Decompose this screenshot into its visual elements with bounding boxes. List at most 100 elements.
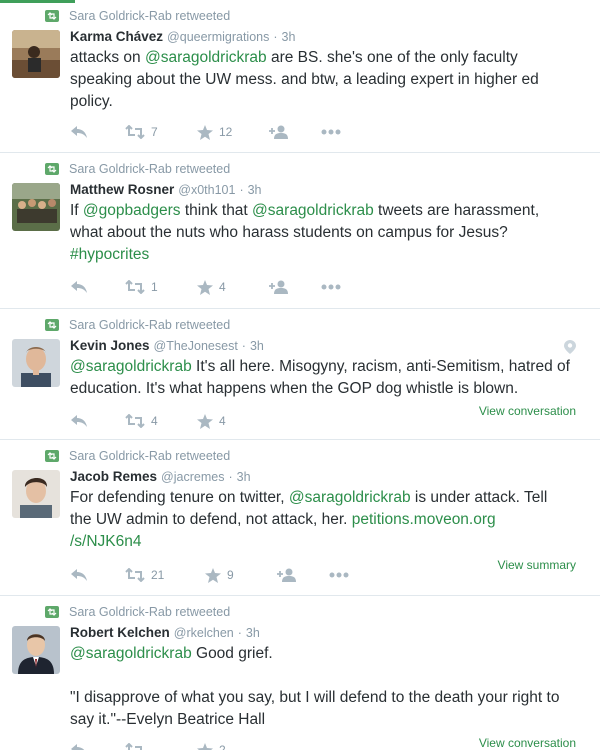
mention-link[interactable]: @saragoldrickrab (70, 358, 192, 375)
follow-button[interactable] (269, 125, 321, 139)
reply-icon (71, 744, 85, 750)
more-button[interactable] (329, 572, 349, 578)
add-user-icon (269, 280, 288, 294)
tweet-header: Jacob Remes @jacremes · 3h (70, 469, 251, 484)
mention-link[interactable]: @saragoldrickrab (289, 489, 411, 506)
like-button[interactable]: 2 (197, 742, 269, 750)
reply-button[interactable] (70, 280, 125, 294)
author-handle[interactable]: @x0th101 (178, 183, 235, 197)
tweet-text-segment: Good grief. (191, 645, 273, 662)
more-button[interactable] (321, 284, 341, 290)
retweet-button[interactable]: 21 (125, 568, 205, 582)
mention-link[interactable]: @saragoldrickrab (70, 645, 192, 662)
retweet-context-label[interactable]: Sara Goldrick-Rab retweeted (69, 449, 230, 463)
avatar[interactable] (12, 626, 60, 674)
tweet[interactable]: Sara Goldrick-Rab retweeted Robert Kelch… (0, 596, 600, 750)
tweet[interactable]: Sara Goldrick-Rab retweeted Matthew Rosn… (0, 153, 600, 309)
reply-icon (71, 281, 87, 293)
retweet-button[interactable] (125, 743, 197, 750)
separator-dot: · (228, 470, 233, 484)
mention-link[interactable]: @saragoldrickrab (145, 49, 267, 66)
tweet-text-segment: attacks on (70, 49, 145, 66)
reply-button[interactable] (70, 743, 125, 750)
timestamp[interactable]: 3h (282, 30, 296, 44)
like-count: 9 (227, 568, 234, 582)
retweet-context-icon (45, 10, 59, 22)
reply-icon (71, 569, 87, 581)
timestamp[interactable]: 3h (250, 339, 264, 353)
retweet-button[interactable]: 4 (125, 414, 197, 428)
retweet-button[interactable]: 7 (125, 125, 197, 139)
timestamp[interactable]: 3h (237, 470, 251, 484)
more-button[interactable] (321, 129, 341, 135)
star-icon (197, 124, 213, 140)
avatar[interactable] (12, 470, 60, 518)
retweet-count: 4 (151, 414, 158, 428)
timestamp[interactable]: 3h (246, 626, 260, 640)
follow-button[interactable] (277, 568, 329, 582)
tweet[interactable]: Sara Goldrick-Rab retweeted Karma Chávez… (0, 0, 600, 153)
retweet-icon (125, 280, 145, 294)
retweet-context: Sara Goldrick-Rab retweeted (45, 7, 230, 25)
like-button[interactable]: 12 (197, 124, 269, 140)
author-handle[interactable]: @queermigrations (167, 30, 269, 44)
star-icon (197, 413, 213, 429)
author-name[interactable]: Robert Kelchen (70, 625, 170, 640)
tweet-text: If @gopbadgers think that @saragoldrickr… (70, 200, 570, 266)
reply-button[interactable] (70, 414, 125, 428)
add-user-icon (269, 125, 288, 139)
like-button[interactable]: 4 (197, 413, 269, 429)
timeline: Sara Goldrick-Rab retweeted Karma Chávez… (0, 0, 600, 750)
retweet-context: Sara Goldrick-Rab retweeted (45, 447, 230, 465)
tweet-text-segment: If (70, 202, 83, 219)
tweet-actions: 21 9 (70, 565, 349, 585)
author-name[interactable]: Kevin Jones (70, 338, 150, 353)
tweet[interactable]: Sara Goldrick-Rab retweeted Kevin Jones … (0, 309, 600, 440)
tweet-header: Karma Chávez @queermigrations · 3h (70, 29, 295, 44)
tweet-text: For defending tenure on twitter, @sarago… (70, 487, 570, 553)
retweet-button[interactable]: 1 (125, 280, 197, 294)
retweet-context-icon (45, 606, 59, 618)
author-name[interactable]: Jacob Remes (70, 469, 157, 484)
retweet-count: 1 (151, 280, 158, 294)
follow-button[interactable] (269, 280, 321, 294)
more-icon (329, 572, 349, 578)
retweet-context-label[interactable]: Sara Goldrick-Rab retweeted (69, 9, 230, 23)
retweet-icon (125, 743, 142, 750)
author-handle[interactable]: @TheJonesest (154, 339, 238, 353)
tweet-text: @saragoldrickrab Good grief. "I disappro… (70, 643, 570, 731)
tweet-actions: 1 4 (70, 277, 341, 297)
more-icon (321, 284, 341, 290)
tweet[interactable]: Sara Goldrick-Rab retweeted Jacob Remes … (0, 440, 600, 596)
hashtag-link[interactable]: #hypocrites (70, 246, 149, 263)
mention-link[interactable]: @saragoldrickrab (252, 202, 374, 219)
retweet-context-label[interactable]: Sara Goldrick-Rab retweeted (69, 605, 230, 619)
timestamp[interactable]: 3h (248, 183, 262, 197)
view-conversation-link[interactable]: View conversation (479, 736, 576, 750)
author-name[interactable]: Karma Chávez (70, 29, 163, 44)
like-button[interactable]: 4 (197, 279, 269, 295)
reply-button[interactable] (70, 568, 125, 582)
retweet-context-label[interactable]: Sara Goldrick-Rab retweeted (69, 162, 230, 176)
avatar[interactable] (12, 339, 60, 387)
retweet-context-icon (45, 163, 59, 175)
retweet-count: 7 (151, 125, 158, 139)
retweet-context-label[interactable]: Sara Goldrick-Rab retweeted (69, 318, 230, 332)
avatar[interactable] (12, 183, 60, 231)
avatar[interactable] (12, 30, 60, 78)
like-count: 12 (219, 125, 233, 139)
star-icon (197, 279, 213, 295)
reply-button[interactable] (70, 125, 125, 139)
view-summary-link[interactable]: View summary (498, 558, 576, 572)
mention-link[interactable]: @gopbadgers (83, 202, 181, 219)
like-button[interactable]: 9 (205, 567, 277, 583)
author-handle[interactable]: @rkelchen (174, 626, 234, 640)
tweet-text-segment: For defending tenure on twitter, (70, 489, 289, 506)
author-name[interactable]: Matthew Rosner (70, 182, 174, 197)
view-conversation-link[interactable]: View conversation (479, 404, 576, 418)
tweet-text: @saragoldrickrab It's all here. Misogyny… (70, 356, 570, 400)
star-icon (197, 742, 213, 750)
author-handle[interactable]: @jacremes (161, 470, 224, 484)
location-pin-icon[interactable] (564, 340, 576, 354)
like-count: 4 (219, 414, 226, 428)
